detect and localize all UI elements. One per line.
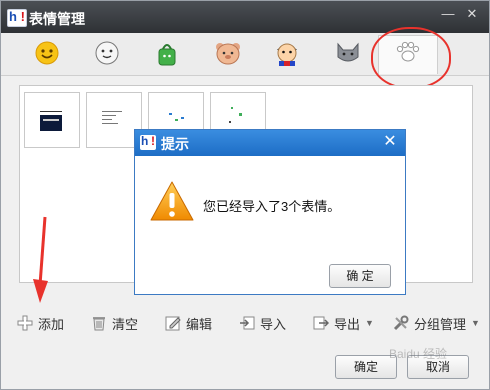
export-button[interactable]: 导出 ▼ xyxy=(313,313,374,333)
tools-icon xyxy=(393,315,409,331)
emoticon-image xyxy=(40,111,62,131)
tab-green-bag[interactable] xyxy=(147,37,187,71)
white-face-icon xyxy=(95,41,119,65)
toolbar: 添加 清空 编辑 导入 导出 ▼ 分组管理 ▼ xyxy=(1,307,489,337)
dialog-ok-button[interactable]: 确 定 xyxy=(329,264,391,288)
cartoon-boy-icon xyxy=(277,43,297,66)
export-label: 导出 xyxy=(334,316,361,332)
red-highlight-circle xyxy=(371,27,451,89)
prompt-dialog: h! 提示 ✕ 您已经导入了3个表情。 确 定 xyxy=(134,129,406,295)
cat-icon xyxy=(337,42,359,62)
dialog-logo: h! xyxy=(140,134,156,150)
red-arrow-annotation xyxy=(33,216,48,303)
dialog-close-icon[interactable]: ✕ xyxy=(381,133,399,151)
minimize-button[interactable]: — xyxy=(439,5,457,23)
plus-icon xyxy=(17,315,33,331)
emoticon-manager-window: h! 表情管理 — ✕ 添加 清空 编辑 导入 导出 ▼ 分组管理 ▼ 确定 取… xyxy=(0,0,490,390)
group-manage-button[interactable]: 分组管理 ▼ xyxy=(393,313,480,333)
tab-white-face[interactable] xyxy=(87,37,127,71)
close-button[interactable]: ✕ xyxy=(463,5,481,23)
emoticon-thumb[interactable] xyxy=(24,92,80,148)
group-dropdown-icon[interactable]: ▼ xyxy=(471,318,480,328)
edit-icon xyxy=(165,316,181,331)
tab-smiley[interactable] xyxy=(27,37,67,71)
export-dropdown-icon[interactable]: ▼ xyxy=(365,318,374,328)
dialog-title: 提示 xyxy=(161,136,189,152)
export-icon xyxy=(313,316,329,330)
import-button[interactable]: 导入 xyxy=(239,313,286,333)
add-label: 添加 xyxy=(38,316,65,332)
ok-button[interactable]: 确定 xyxy=(335,355,397,379)
watermark: Baidu 经验 xyxy=(389,347,448,361)
tab-cat[interactable] xyxy=(327,37,367,71)
warning-icon xyxy=(150,181,194,221)
import-icon xyxy=(240,316,255,330)
edit-button[interactable]: 编辑 xyxy=(165,313,212,333)
clear-button[interactable]: 清空 xyxy=(91,313,138,333)
window-title: 表情管理 xyxy=(29,11,85,27)
clear-label: 清空 xyxy=(112,316,139,332)
dialog-title-bar[interactable]: h! 提示 ✕ xyxy=(135,130,405,156)
add-button[interactable]: 添加 xyxy=(17,313,64,333)
green-bag-icon xyxy=(158,44,176,66)
smiley-icon xyxy=(35,41,59,65)
import-label: 导入 xyxy=(260,316,287,332)
group-manage-label: 分组管理 xyxy=(414,316,467,332)
trash-icon xyxy=(93,317,105,331)
emoticon-image xyxy=(102,111,122,124)
bear-icon xyxy=(216,43,240,65)
dialog-message: 您已经导入了3个表情。 xyxy=(203,199,341,214)
tab-bear[interactable] xyxy=(207,37,247,71)
edit-label: 编辑 xyxy=(186,316,213,332)
app-logo: h! xyxy=(7,9,27,27)
tab-cartoon-boy[interactable] xyxy=(267,37,307,71)
